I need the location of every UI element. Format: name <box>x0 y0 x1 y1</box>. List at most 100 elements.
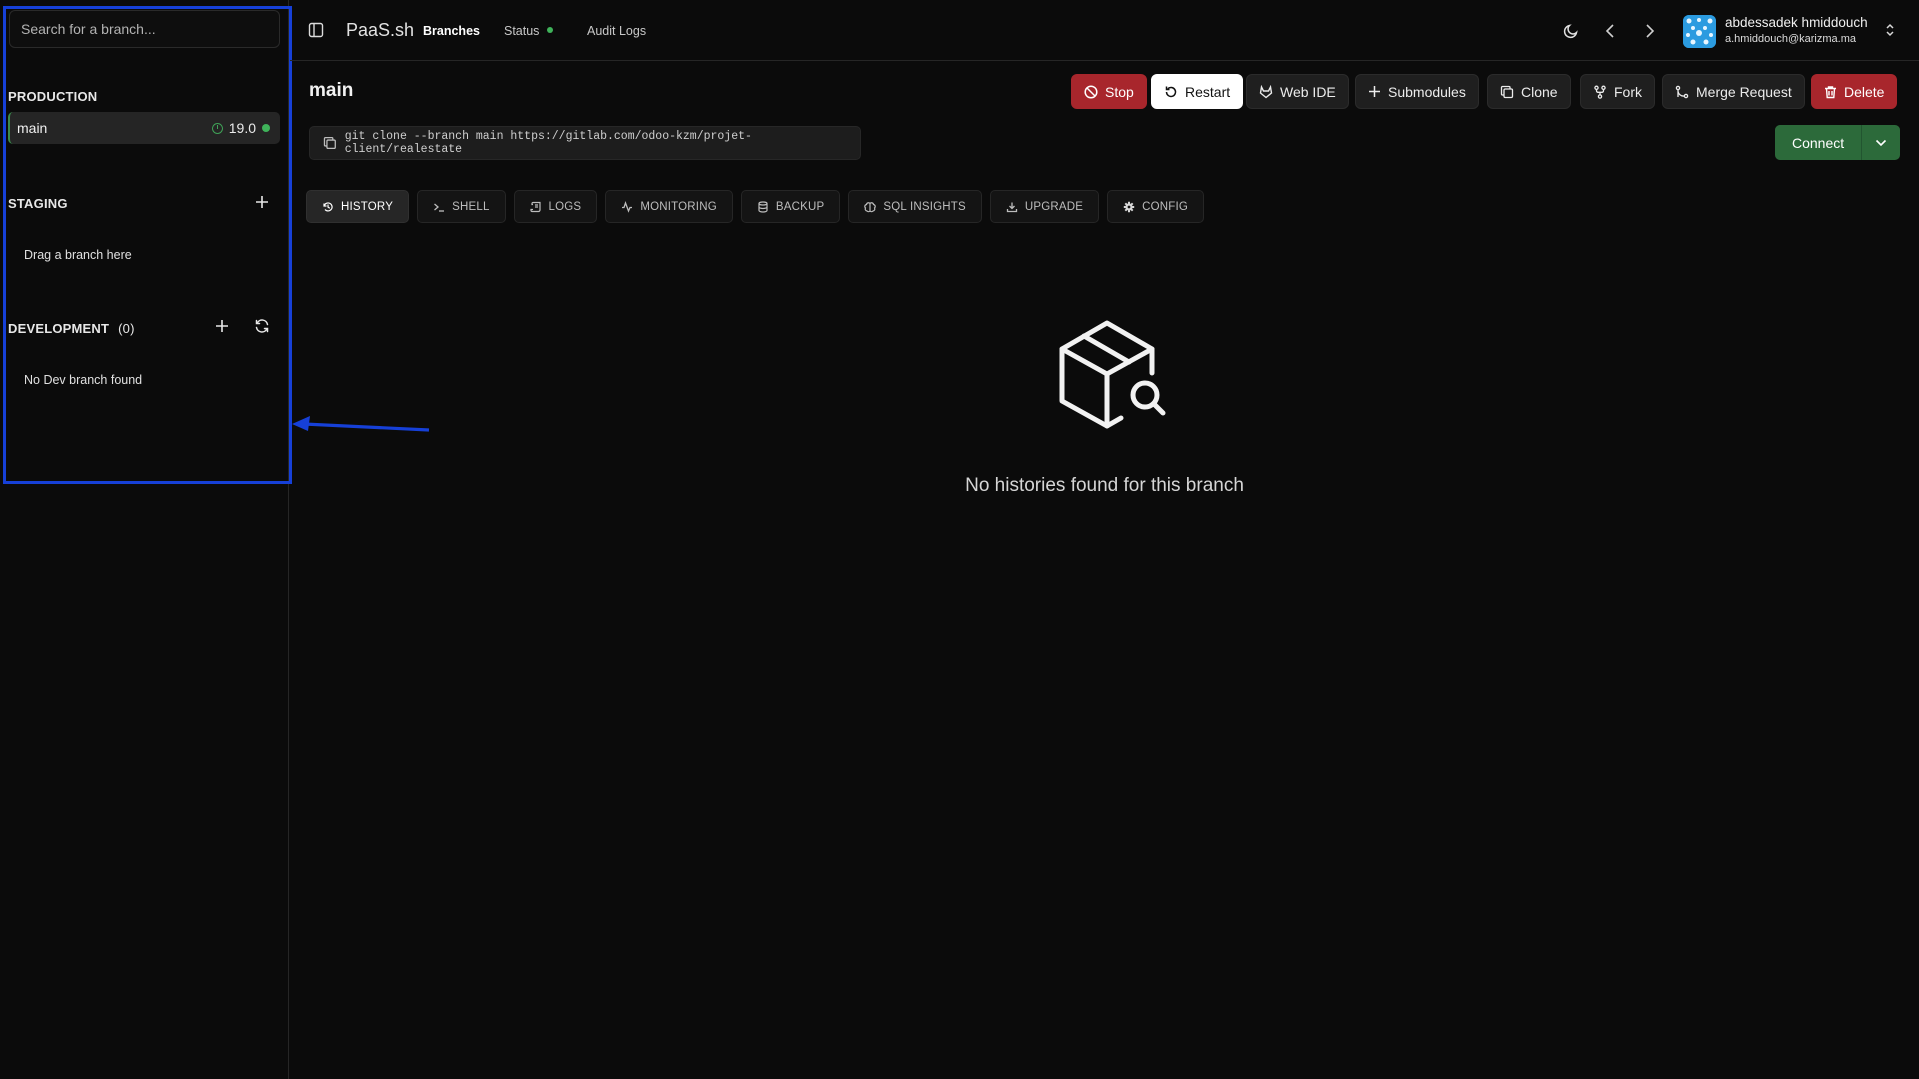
refresh-icon <box>255 319 269 333</box>
history-empty-state: No histories found for this branch <box>290 315 1919 496</box>
fork-button[interactable]: Fork <box>1580 74 1655 109</box>
status-indicator-dot <box>547 26 554 33</box>
empty-state-message: No histories found for this branch <box>965 475 1244 496</box>
package-search-icon <box>1059 320 1166 429</box>
stop-button[interactable]: Stop <box>1071 74 1147 109</box>
nav-branches[interactable]: Branches <box>423 24 480 38</box>
trash-icon <box>1825 85 1836 98</box>
branch-item-main[interactable]: main 19.0 <box>8 112 280 144</box>
development-title-label: DEVELOPMENT <box>8 321 110 336</box>
nav-audit-logs[interactable]: Audit Logs <box>587 24 646 38</box>
web-ide-label: Web IDE <box>1280 83 1336 100</box>
tab-logs-label: LOGS <box>548 200 582 213</box>
web-ide-button[interactable]: Web IDE <box>1246 74 1349 109</box>
back-button[interactable] <box>1599 20 1621 42</box>
development-empty-note: No Dev branch found <box>24 373 143 387</box>
tab-config[interactable]: CONFIG <box>1107 190 1205 223</box>
tab-sql-insights-label: SQL INSIGHTS <box>883 200 966 213</box>
stop-label: Stop <box>1105 83 1134 100</box>
user-avatar[interactable] <box>1683 15 1716 48</box>
chevron-up-down-icon <box>1886 23 1894 37</box>
clone-label: Clone <box>1521 83 1558 100</box>
chevron-left-icon <box>1605 24 1614 38</box>
download-icon <box>1006 202 1018 212</box>
gitlab-icon <box>1259 84 1273 98</box>
moon-icon <box>1563 24 1578 39</box>
theme-toggle-button[interactable] <box>1560 20 1582 42</box>
plus-icon <box>216 320 228 332</box>
connect-split-button: Connect <box>1775 125 1901 160</box>
tab-config-label: CONFIG <box>1142 200 1189 213</box>
staging-empty-note: Drag a branch here <box>24 248 132 262</box>
ban-icon <box>1084 84 1098 99</box>
git-merge-icon <box>1675 85 1689 98</box>
user-name: abdessadek hmiddouch <box>1725 15 1868 30</box>
tab-backup[interactable]: BACKUP <box>740 190 841 223</box>
database-backup-icon <box>758 200 768 213</box>
terminal-icon <box>434 203 445 212</box>
scroll-icon <box>529 201 541 212</box>
tab-history-label: HISTORY <box>341 200 394 213</box>
copy-icon[interactable] <box>323 136 337 150</box>
clock-icon <box>211 122 223 134</box>
panel-left-icon <box>308 22 324 38</box>
merge-request-button[interactable]: Merge Request <box>1662 74 1805 109</box>
clone-command-box[interactable]: git clone --branch main https://gitlab.c… <box>309 126 861 160</box>
branch-search-input[interactable] <box>9 10 280 48</box>
branch-sidebar: PRODUCTION main 19.0 STAGING Drag a bran… <box>0 0 289 1079</box>
tab-upgrade[interactable]: UPGRADE <box>989 190 1100 223</box>
production-section-title: PRODUCTION <box>8 89 98 104</box>
app-window: PRODUCTION main 19.0 STAGING Drag a bran… <box>0 0 1919 1079</box>
user-email: a.hmiddouch@karizma.ma <box>1725 33 1856 45</box>
git-fork-icon <box>1594 85 1606 99</box>
brain-icon <box>864 201 877 212</box>
tab-sql-insights[interactable]: SQL INSIGHTS <box>848 190 982 223</box>
add-staging-button[interactable] <box>252 192 272 212</box>
brand-logo-text[interactable]: PaaS.sh <box>346 20 414 41</box>
tab-logs[interactable]: LOGS <box>513 190 598 223</box>
connect-dropdown-button[interactable] <box>1862 125 1901 160</box>
submodules-button[interactable]: Submodules <box>1355 74 1479 109</box>
running-status-dot <box>262 124 270 132</box>
page-title: main <box>309 80 354 101</box>
nav-status-label: Status <box>504 24 540 38</box>
copy-icon <box>1500 85 1514 98</box>
merge-request-label: Merge Request <box>1696 83 1792 100</box>
tab-shell[interactable]: SHELL <box>417 190 506 223</box>
development-count: (0) <box>118 321 135 336</box>
tab-upgrade-label: UPGRADE <box>1024 200 1084 213</box>
add-development-button[interactable] <box>212 316 232 336</box>
submodules-label: Submodules <box>1388 83 1466 100</box>
plus-icon <box>1369 86 1380 97</box>
tab-monitoring-label: MONITORING <box>640 200 717 213</box>
development-section-title: DEVELOPMENT (0) <box>8 321 135 336</box>
tab-monitoring[interactable]: MONITORING <box>605 190 733 223</box>
restart-label: Restart <box>1185 83 1231 100</box>
tab-history[interactable]: HISTORY <box>306 190 410 223</box>
chevron-right-icon <box>1646 24 1655 38</box>
staging-section-title: STAGING <box>8 196 68 211</box>
chevron-down-icon <box>1876 139 1887 146</box>
plus-icon <box>256 196 268 208</box>
user-menu-button[interactable] <box>1884 22 1896 43</box>
refresh-development-button[interactable] <box>252 316 272 336</box>
top-navigation-bar: PaaS.sh Branches Status Audit Logs abdes… <box>290 0 1919 61</box>
branch-meta: 19.0 <box>211 120 270 136</box>
nav-status[interactable]: Status <box>504 24 554 38</box>
avatar-pattern-icon <box>1683 15 1716 48</box>
forward-button[interactable] <box>1639 20 1661 42</box>
rotate-ccw-icon <box>1165 86 1177 97</box>
restart-button[interactable]: Restart <box>1151 74 1244 109</box>
delete-button[interactable]: Delete <box>1811 74 1898 109</box>
sidebar-toggle-button[interactable] <box>308 22 324 38</box>
history-icon <box>323 201 333 212</box>
clone-command-text: git clone --branch main https://gitlab.c… <box>344 130 752 156</box>
connect-button[interactable]: Connect <box>1775 125 1863 160</box>
gear-icon <box>1123 201 1135 212</box>
delete-label: Delete <box>1844 83 1885 100</box>
fork-label: Fork <box>1614 83 1642 100</box>
tab-shell-label: SHELL <box>452 200 490 213</box>
clone-button[interactable]: Clone <box>1487 74 1571 109</box>
branch-version: 19.0 <box>228 120 256 136</box>
branch-name: main <box>17 120 48 136</box>
